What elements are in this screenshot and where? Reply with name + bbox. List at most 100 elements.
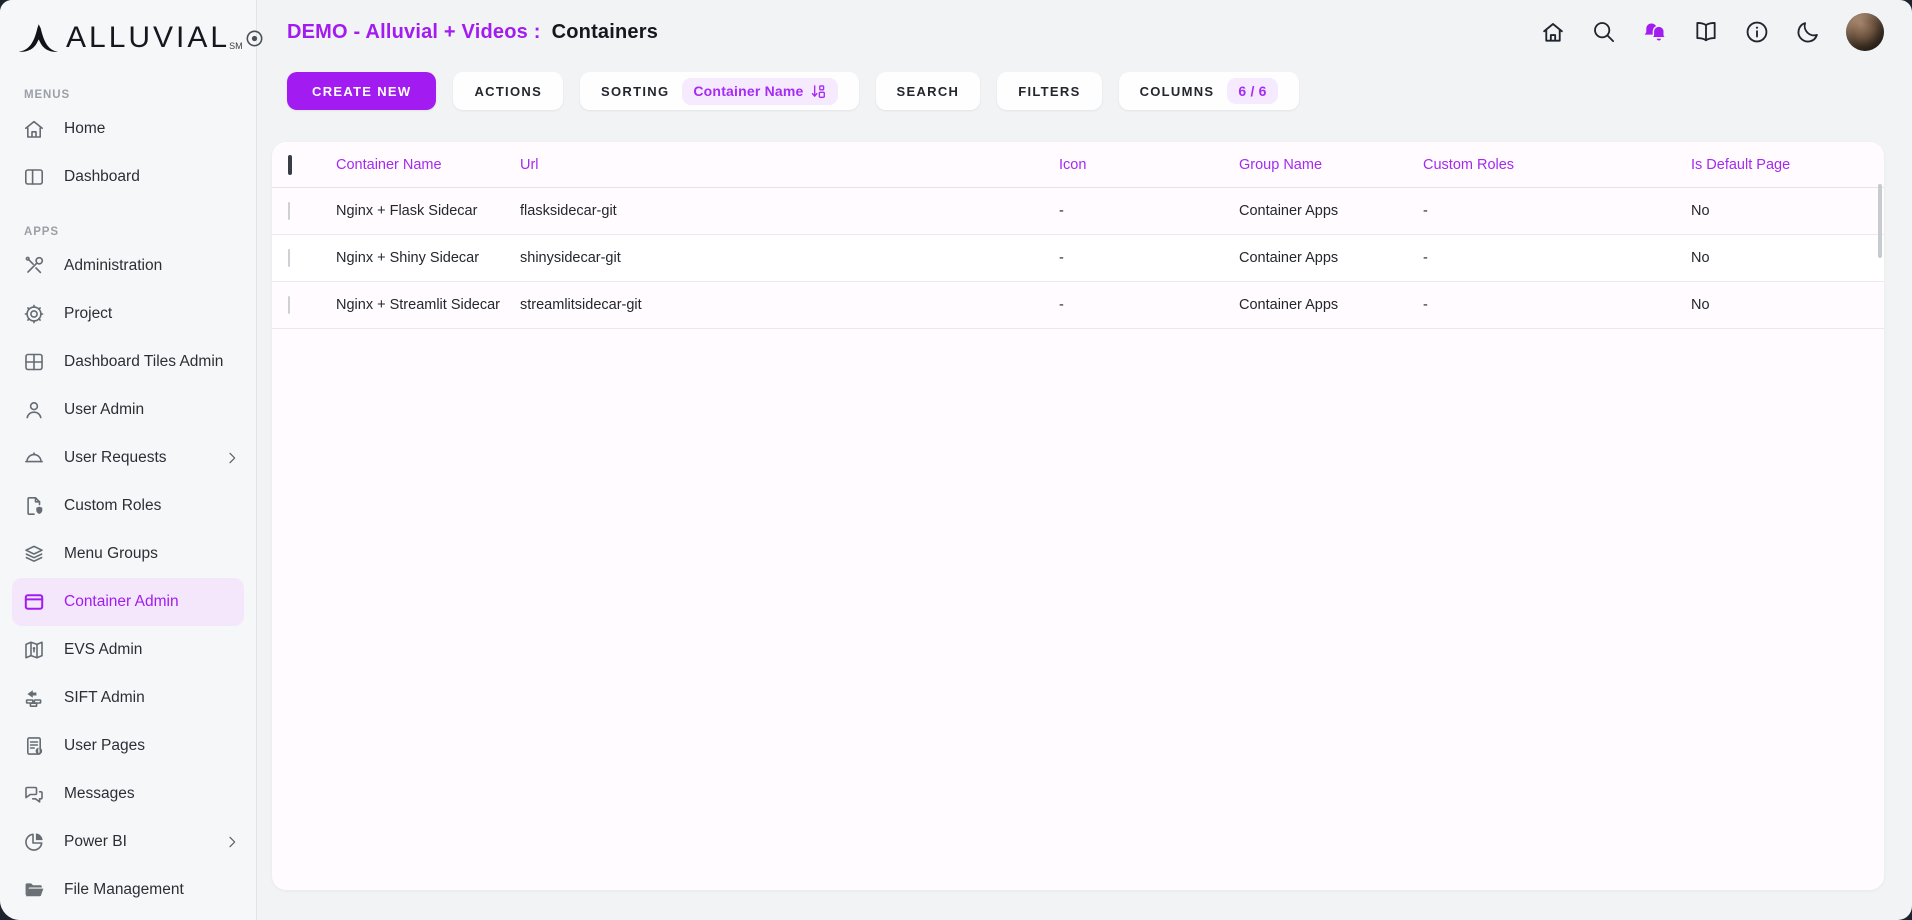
sidebar-item-user-requests[interactable]: User Requests [0,434,256,482]
browser-window-icon [22,590,46,614]
gear-icon [22,302,46,326]
column-header-custom-roles[interactable]: Custom Roles [1423,157,1691,173]
layers-icon [22,542,46,566]
document-info-icon [22,734,46,758]
pie-chart-icon [22,830,46,854]
table-row[interactable]: Nginx + Flask Sidecar flasksidecar-git -… [272,188,1884,235]
sidebar-item-file-management[interactable]: File Management [0,866,256,914]
column-header-url[interactable]: Url [520,157,1059,173]
columns-label: COLUMNS [1140,84,1215,99]
table-scrollbar[interactable] [1878,184,1882,258]
main-area: DEMO - Alluvial + Videos : Containers CR… [257,0,1912,920]
table-row[interactable]: Nginx + Shiny Sidecar shinysidecar-git -… [272,235,1884,282]
info-icon[interactable] [1744,19,1770,45]
sidebar-item-custom-roles[interactable]: Custom Roles [0,482,256,530]
cell-icon: - [1059,201,1239,221]
dark-mode-moon-icon[interactable] [1795,19,1821,45]
row-checkbox[interactable] [288,202,290,220]
grid-icon [22,350,46,374]
cell-custom-roles: - [1423,248,1691,268]
cell-is-default-page: No [1691,248,1884,268]
logo-row: ALLUVIALSM [0,0,256,64]
sidebar-section-apps: APPS [24,226,256,238]
chevron-right-icon [224,834,240,850]
topbar-icons [1540,13,1884,51]
cell-icon: - [1059,295,1239,315]
column-header-is-default-page[interactable]: Is Default Page [1691,157,1884,173]
filters-button[interactable]: FILTERS [997,72,1101,110]
cell-custom-roles: - [1423,295,1691,315]
avatar[interactable] [1846,13,1884,51]
chevron-right-icon [224,450,240,466]
sidebar-item-container-admin[interactable]: Container Admin [12,578,244,626]
cell-custom-roles: - [1423,201,1691,221]
sidebar-item-dashboard[interactable]: Dashboard [0,153,256,201]
sidebar-item-dashboard-tiles-admin[interactable]: Dashboard Tiles Admin [0,338,256,386]
cell-group-name: Container Apps [1239,248,1423,268]
search-button[interactable]: SEARCH [876,72,981,110]
sidebar-item-messages[interactable]: Messages [0,770,256,818]
sidebar-item-user-admin[interactable]: User Admin [0,386,256,434]
sort-order-icon [810,83,827,100]
map-pin-icon [22,638,46,662]
documentation-book-icon[interactable] [1693,19,1719,45]
cell-is-default-page: No [1691,201,1884,221]
sidebar: ALLUVIALSM MENUS Home Dashboard APPS Adm… [0,0,257,920]
folder-icon [22,878,46,902]
sidebar-item-menu-groups[interactable]: Menu Groups [0,530,256,578]
cell-container-name: Nginx + Flask Sidecar [336,201,520,221]
sorting-button[interactable]: SORTING Container Name [580,72,859,110]
cell-group-name: Container Apps [1239,201,1423,221]
topbar: DEMO - Alluvial + Videos : Containers [257,0,1912,64]
app-window: ALLUVIALSM MENUS Home Dashboard APPS Adm… [0,0,1912,920]
table-header-row: Container Name Url Icon Group Name Custo… [272,142,1884,188]
home-icon [22,117,46,141]
brand-servicemark: SM [229,41,243,51]
cell-url: shinysidecar-git [520,248,1059,268]
table-row[interactable]: Nginx + Streamlit Sidecar streamlitsidec… [272,282,1884,329]
cell-container-name: Nginx + Shiny Sidecar [336,248,520,268]
brand-wordmark: ALLUVIALSM [66,21,244,55]
search-icon[interactable] [1591,19,1617,45]
sift-icon [22,686,46,710]
sidebar-item-evs-admin[interactable]: EVS Admin [0,626,256,674]
sidebar-item-sift-admin[interactable]: SIFT Admin [0,674,256,722]
columns-count-pill: 6 / 6 [1227,78,1277,104]
chat-bubbles-icon [22,782,46,806]
cell-url: streamlitsidecar-git [520,295,1059,315]
breadcrumb: DEMO - Alluvial + Videos : Containers [287,21,658,44]
user-icon [22,398,46,422]
select-all-checkbox[interactable] [288,155,292,175]
tools-icon [22,254,46,278]
columns-button[interactable]: COLUMNS 6 / 6 [1119,72,1299,110]
breadcrumb-prefix[interactable]: DEMO - Alluvial + Videos : [287,21,541,44]
notifications-bells-icon[interactable] [1642,19,1668,45]
sidebar-item-project[interactable]: Project [0,290,256,338]
actions-button[interactable]: ACTIONS [453,72,563,110]
cell-group-name: Container Apps [1239,295,1423,315]
alluvial-logo-icon [16,15,60,61]
toolbar: CREATE NEW ACTIONS SORTING Container Nam… [257,64,1912,110]
sidebar-item-administration[interactable]: Administration [0,242,256,290]
sorting-label: SORTING [601,84,669,99]
file-shield-icon [22,494,46,518]
row-checkbox[interactable] [288,249,290,267]
sidebar-item-user-pages[interactable]: User Pages [0,722,256,770]
sidebar-section-menus: MENUS [24,89,256,101]
sorting-value-pill: Container Name [682,78,837,105]
column-header-group-name[interactable]: Group Name [1239,157,1423,173]
sidebar-item-home[interactable]: Home [0,105,256,153]
cloche-icon [22,446,46,470]
dashboard-icon [22,165,46,189]
home-icon[interactable] [1540,19,1566,45]
cell-url: flasksidecar-git [520,201,1059,221]
column-header-icon[interactable]: Icon [1059,157,1239,173]
sidebar-item-power-bi[interactable]: Power BI [0,818,256,866]
cell-is-default-page: No [1691,295,1884,315]
row-checkbox[interactable] [288,296,290,314]
column-header-container-name[interactable]: Container Name [336,157,520,173]
page-title: Containers [552,21,658,44]
cell-icon: - [1059,248,1239,268]
cell-container-name: Nginx + Streamlit Sidecar [336,295,520,315]
create-new-button[interactable]: CREATE NEW [287,72,436,110]
